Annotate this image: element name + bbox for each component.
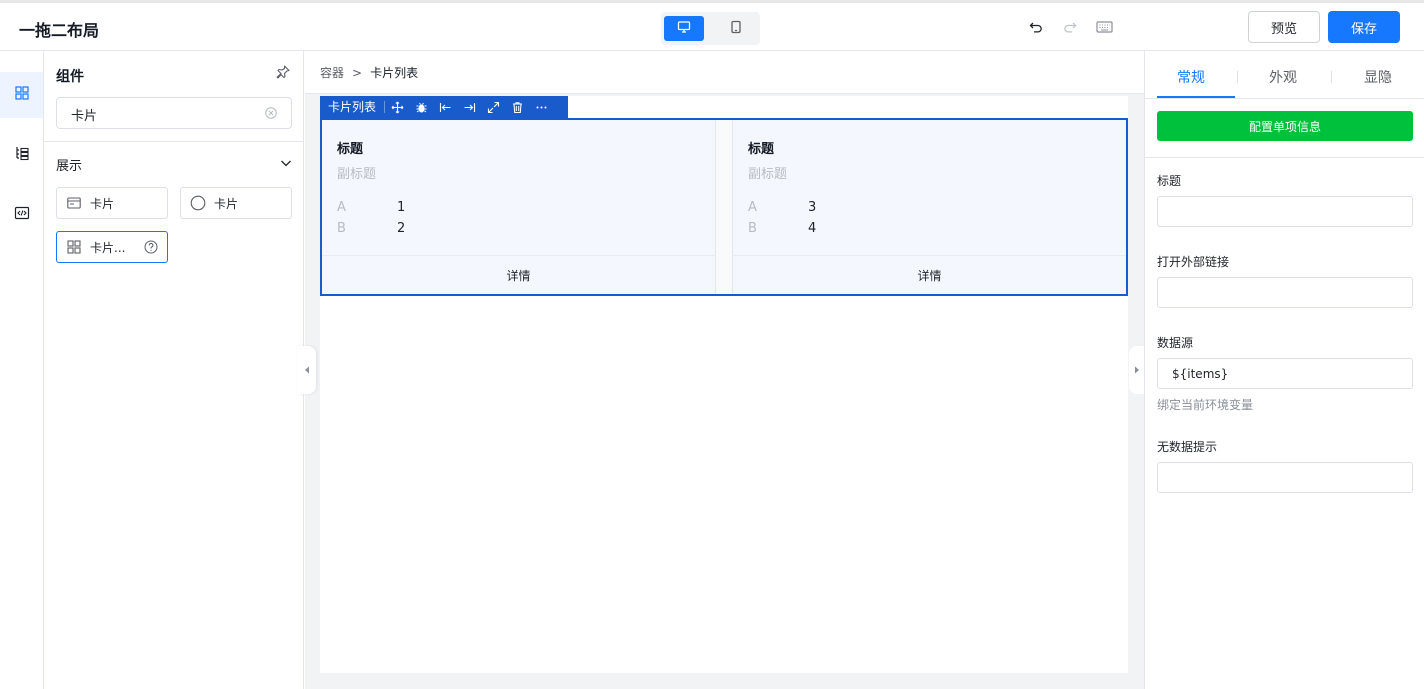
expand-icon[interactable] (481, 101, 505, 114)
preview-button[interactable]: 预览 (1248, 11, 1320, 43)
delete-icon[interactable] (505, 101, 529, 114)
card-row-key: B (337, 221, 346, 236)
component-label: 卡片 (214, 196, 239, 211)
group-label[interactable]: 展示 (56, 155, 82, 174)
debug-icon[interactable] (409, 101, 433, 114)
pin-icon[interactable] (275, 64, 291, 84)
align-left-icon[interactable] (433, 101, 457, 114)
tab-visibility[interactable]: 显隐 (1364, 67, 1392, 87)
search-value: 卡片 (71, 109, 98, 124)
redo-icon[interactable] (1061, 18, 1079, 36)
component-card-list[interactable]: 卡片... (56, 231, 168, 263)
circle-icon (190, 195, 206, 211)
component-search-input[interactable]: 卡片 (56, 97, 292, 129)
caret-right-icon (1134, 363, 1140, 378)
panel-title: 组件 (56, 69, 84, 85)
properties-tabs: 常规 外观 显隐 (1145, 51, 1424, 99)
rail-components[interactable] (0, 72, 43, 118)
tab-divider (1237, 71, 1238, 83)
card-row-key: A (748, 200, 757, 215)
code-icon (14, 205, 30, 225)
properties-divider (1145, 157, 1424, 158)
app-title: 一拖二布局 (19, 21, 100, 40)
panel-divider (44, 141, 304, 142)
field-label-external-link: 打开外部链接 (1157, 255, 1230, 269)
empty-tip-input[interactable] (1157, 462, 1413, 493)
rail-outline[interactable] (0, 132, 43, 178)
keyboard-icon[interactable] (1095, 18, 1113, 36)
tab-active-indicator (1157, 96, 1235, 98)
save-button[interactable]: 保存 (1328, 11, 1400, 43)
cards-grid-icon (66, 239, 82, 255)
breadcrumb-current: 卡片列表 (370, 66, 419, 80)
breadcrumb-separator: > (352, 66, 363, 80)
tablet-icon (729, 20, 743, 38)
card-row-value: 1 (397, 200, 406, 215)
component-card-circle[interactable]: 卡片 (180, 187, 292, 219)
card-row: A3 (748, 200, 816, 215)
card-gutter (715, 120, 733, 294)
outline-icon (14, 145, 30, 165)
component-panel: 组件 卡片 展示 卡片 卡片 卡片... (44, 51, 304, 689)
card-title: 标题 (337, 142, 364, 157)
data-source-hint: 绑定当前环境变量 (1157, 398, 1254, 412)
help-icon[interactable] (144, 240, 158, 257)
card-row: B4 (748, 221, 816, 236)
breadcrumb: 容器 > 卡片列表 (320, 64, 418, 81)
card-row-value: 2 (397, 221, 406, 236)
card-subtitle: 副标题 (748, 167, 788, 182)
card-row-value: 3 (808, 200, 817, 215)
canvas: 容器 > 卡片列表 卡片列表 标题 副标题 A1 B2 详情 标题 副标题 A … (305, 51, 1144, 689)
card-row-key: A (337, 200, 346, 215)
card-row: B2 (337, 221, 405, 236)
card-subtitle: 副标题 (337, 167, 377, 182)
card-item[interactable]: 标题 副标题 A3 B4 详情 (733, 120, 1126, 294)
component-card[interactable]: 卡片 (56, 187, 168, 219)
card-list[interactable]: 标题 副标题 A1 B2 详情 标题 副标题 A3 B4 详情 (320, 118, 1128, 296)
external-link-input[interactable] (1157, 277, 1413, 308)
card-row-value: 4 (808, 221, 817, 236)
align-right-icon[interactable] (457, 101, 481, 114)
components-icon (14, 85, 30, 105)
caret-left-icon (304, 363, 310, 378)
desktop-icon (677, 20, 691, 38)
card-detail-link[interactable]: 详情 (322, 255, 715, 294)
move-icon[interactable] (385, 101, 409, 114)
title-input[interactable] (1157, 196, 1413, 227)
collapse-left-panel-handle[interactable] (297, 346, 316, 394)
properties-panel: 常规 外观 显隐 配置单项信息 标题 打开外部链接 数据源 ${items} 绑… (1144, 51, 1424, 689)
more-icon[interactable] (529, 101, 553, 114)
top-bar: 一拖二布局 预览 保存 (0, 0, 1424, 51)
device-switch (661, 12, 760, 45)
component-label: 卡片... (90, 240, 126, 255)
card-item[interactable]: 标题 副标题 A1 B2 详情 (322, 120, 715, 294)
clear-icon[interactable] (265, 107, 277, 123)
card-row-key: B (748, 221, 757, 236)
collapse-right-panel-handle[interactable] (1129, 346, 1145, 394)
field-label-data-source: 数据源 (1157, 336, 1194, 350)
tab-divider (1331, 71, 1332, 83)
breadcrumb-bar: 容器 > 卡片列表 (305, 51, 1144, 94)
breadcrumb-item[interactable]: 容器 (320, 66, 344, 80)
tablet-view-button[interactable] (716, 16, 756, 41)
selection-label: 卡片列表 (320, 101, 386, 113)
desktop-view-button[interactable] (664, 16, 704, 41)
field-label-title: 标题 (1157, 174, 1182, 188)
card-title: 标题 (748, 142, 775, 157)
configure-item-button[interactable]: 配置单项信息 (1157, 111, 1413, 141)
tab-general[interactable]: 常规 (1177, 67, 1205, 87)
rail-code[interactable] (0, 192, 43, 238)
tab-appearance[interactable]: 外观 (1269, 67, 1297, 87)
field-label-empty-tip: 无数据提示 (1157, 440, 1218, 454)
undo-icon[interactable] (1027, 18, 1045, 36)
component-label: 卡片 (90, 196, 115, 211)
card-detail-link[interactable]: 详情 (733, 255, 1126, 294)
data-source-input[interactable]: ${items} (1157, 358, 1413, 389)
card-row: A1 (337, 200, 405, 215)
card-icon (66, 195, 82, 211)
chevron-down-icon[interactable] (279, 156, 293, 174)
selection-toolbar: 卡片列表 (320, 96, 568, 118)
left-rail (0, 51, 44, 689)
